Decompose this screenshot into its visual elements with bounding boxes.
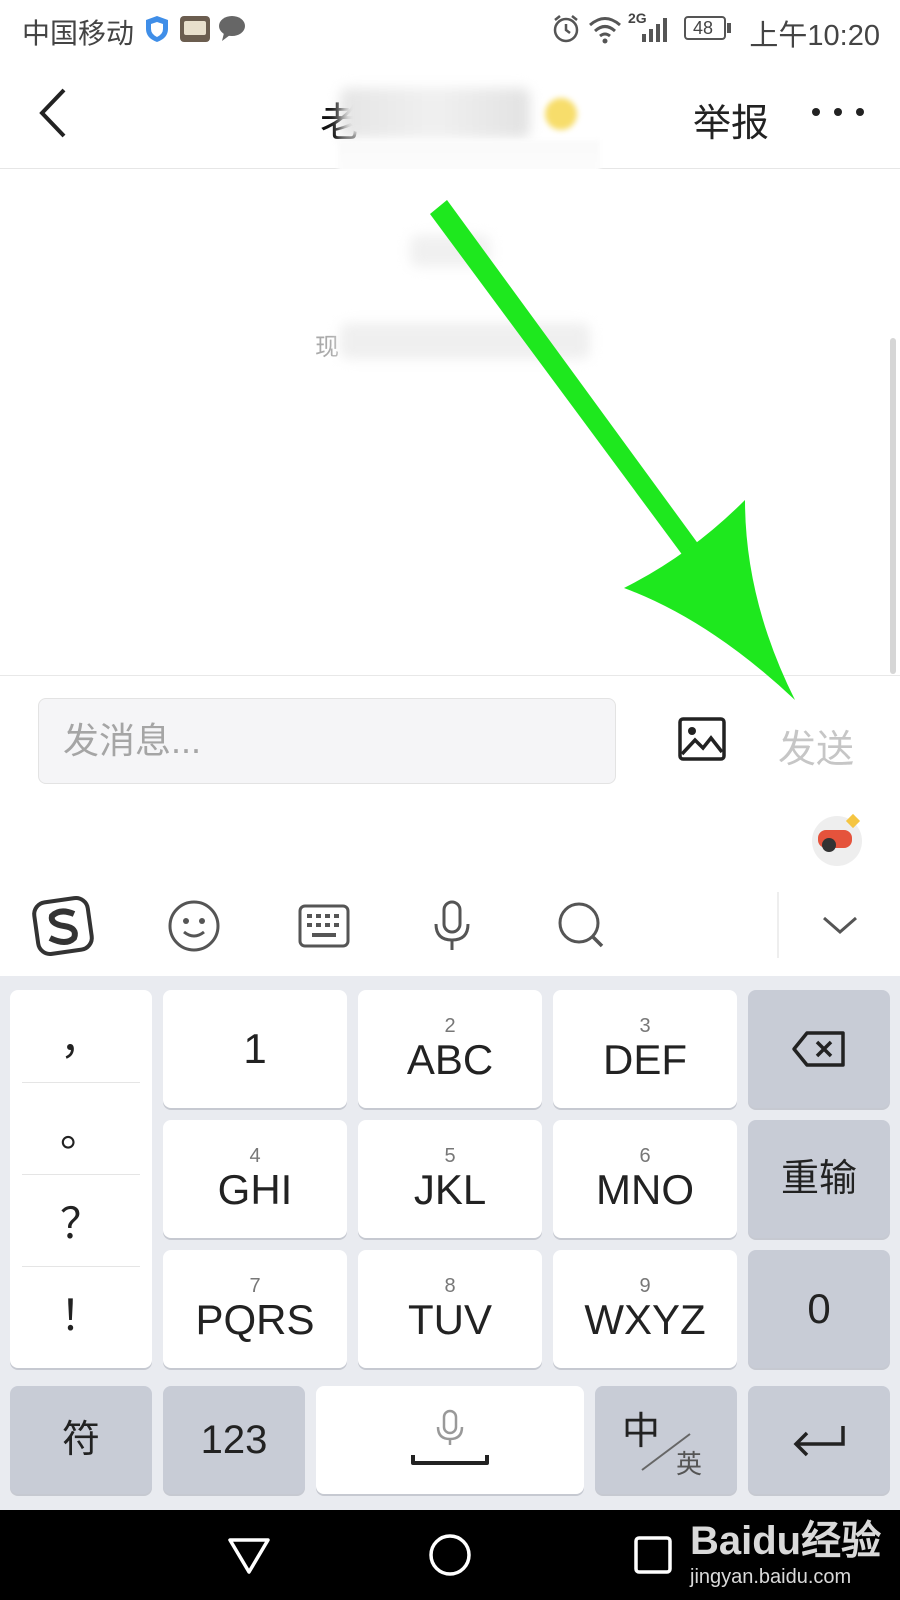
blurred-title-mask xyxy=(340,88,530,138)
carrier-name: 中国移动 xyxy=(22,18,135,49)
key-7[interactable]: 7 PQRS xyxy=(163,1250,347,1368)
signal-icon xyxy=(642,18,667,42)
battery-level: 48 xyxy=(693,18,714,38)
key-letters: MNO xyxy=(596,1166,694,1213)
t9-keyboard: ， 。 ？ ！ 1 2 ABC 3 DEF 4 GHI 5 JKL 6 MNO … xyxy=(0,976,900,1510)
message-list[interactable]: 现 xyxy=(0,169,900,674)
key-letters: 0 xyxy=(807,1285,831,1332)
watermark-brand: Baidu经验 xyxy=(690,1519,882,1563)
image-icon[interactable] xyxy=(677,716,727,762)
symbols-label: 符 xyxy=(61,1419,100,1461)
back-triangle-icon[interactable] xyxy=(224,1530,274,1580)
sogou-logo-icon[interactable] xyxy=(30,892,98,960)
key-8[interactable]: 8 TUV xyxy=(358,1250,542,1368)
numbers-key[interactable]: 123 xyxy=(163,1386,305,1494)
punct-key[interactable]: ， xyxy=(22,990,140,1083)
key-4[interactable]: 4 GHI xyxy=(163,1120,347,1238)
key-3[interactable]: 3 DEF xyxy=(553,990,737,1108)
key-number: 8 xyxy=(444,1275,456,1297)
key-letters: 1 xyxy=(243,1025,267,1072)
wifi-icon xyxy=(589,17,621,44)
key-number: 7 xyxy=(249,1275,261,1297)
key-0[interactable]: 0 xyxy=(748,1250,890,1368)
recents-square-icon[interactable] xyxy=(628,1530,678,1580)
key-5[interactable]: 5 JKL xyxy=(358,1120,542,1238)
watermark-url: jingyan.baidu.com xyxy=(690,1566,852,1588)
clock: 上午10:20 xyxy=(749,20,880,52)
input-bar: 发送 xyxy=(0,675,900,807)
space-key[interactable] xyxy=(316,1386,584,1494)
blurred-notice xyxy=(340,323,590,359)
more-icon[interactable] xyxy=(810,102,866,122)
key-2[interactable]: 2 ABC xyxy=(358,990,542,1108)
key-number: 4 xyxy=(249,1145,261,1167)
key-letters: DEF xyxy=(603,1036,687,1083)
chat-bubble-icon xyxy=(219,16,245,41)
key-letters: JKL xyxy=(413,1166,487,1213)
key-1[interactable]: 1 xyxy=(163,990,347,1108)
toutiao-icon xyxy=(180,16,210,42)
sogou-mascot-icon[interactable] xyxy=(812,813,862,866)
punct-key[interactable]: 。 xyxy=(22,1082,140,1175)
emoji-icon[interactable] xyxy=(160,892,228,960)
lang-sub-label: 英 xyxy=(676,1449,703,1479)
punctuation-column[interactable]: ， 。 ？ ！ xyxy=(10,990,152,1368)
retype-label: 重输 xyxy=(780,1158,857,1200)
retype-key[interactable]: 重输 xyxy=(748,1120,890,1238)
report-button[interactable]: 举报 xyxy=(693,92,769,147)
microphone-icon xyxy=(411,1409,489,1465)
send-button[interactable]: 发送 xyxy=(778,718,854,773)
shield-icon xyxy=(146,16,168,42)
punct-key[interactable]: ！ xyxy=(22,1266,140,1358)
ime-toolbar-area xyxy=(0,806,900,976)
key-letters: WXYZ xyxy=(584,1296,706,1343)
battery-icon: 48 xyxy=(684,16,726,40)
key-letters: TUV xyxy=(408,1296,492,1343)
backspace-key[interactable] xyxy=(748,990,890,1108)
blurred-timestamp xyxy=(410,235,490,267)
key-number: 2 xyxy=(444,1015,456,1037)
key-letters: ABC xyxy=(406,1036,494,1083)
chat-header: 老 举报 xyxy=(0,60,900,230)
scrollbar[interactable] xyxy=(890,338,896,674)
enter-key[interactable] xyxy=(748,1386,890,1494)
badge-icon xyxy=(545,98,577,130)
message-input[interactable] xyxy=(38,698,616,784)
key-9[interactable]: 9 WXYZ xyxy=(553,1250,737,1368)
chevron-down-icon[interactable] xyxy=(806,892,874,960)
symbols-key[interactable]: 符 xyxy=(10,1386,152,1494)
enter-icon xyxy=(793,1426,845,1457)
baidu-watermark: Baidu经验 jingyan.baidu.com xyxy=(690,1508,881,1589)
search-icon[interactable] xyxy=(548,892,616,960)
system-notice: 现 xyxy=(315,334,339,361)
microphone-icon[interactable] xyxy=(418,892,486,960)
status-bar: 中国移动 2G 48 上午10:20 xyxy=(0,0,900,60)
punct-key[interactable]: ？ xyxy=(22,1174,140,1267)
key-number: 3 xyxy=(639,1015,651,1037)
key-letters: PQRS xyxy=(195,1296,315,1343)
key-letters: GHI xyxy=(217,1166,293,1213)
home-circle-icon[interactable] xyxy=(425,1530,475,1580)
alarm-icon xyxy=(553,15,579,43)
key-number: 9 xyxy=(639,1275,651,1297)
key-6[interactable]: 6 MNO xyxy=(553,1120,737,1238)
language-switch-key[interactable]: 中 英 xyxy=(595,1386,737,1494)
back-arrow-icon[interactable] xyxy=(36,86,72,140)
key-number: 5 xyxy=(444,1145,456,1167)
keyboard-icon[interactable] xyxy=(290,892,358,960)
backspace-icon xyxy=(792,1031,845,1067)
numbers-label: 123 xyxy=(200,1418,268,1462)
key-number: 6 xyxy=(639,1145,651,1167)
